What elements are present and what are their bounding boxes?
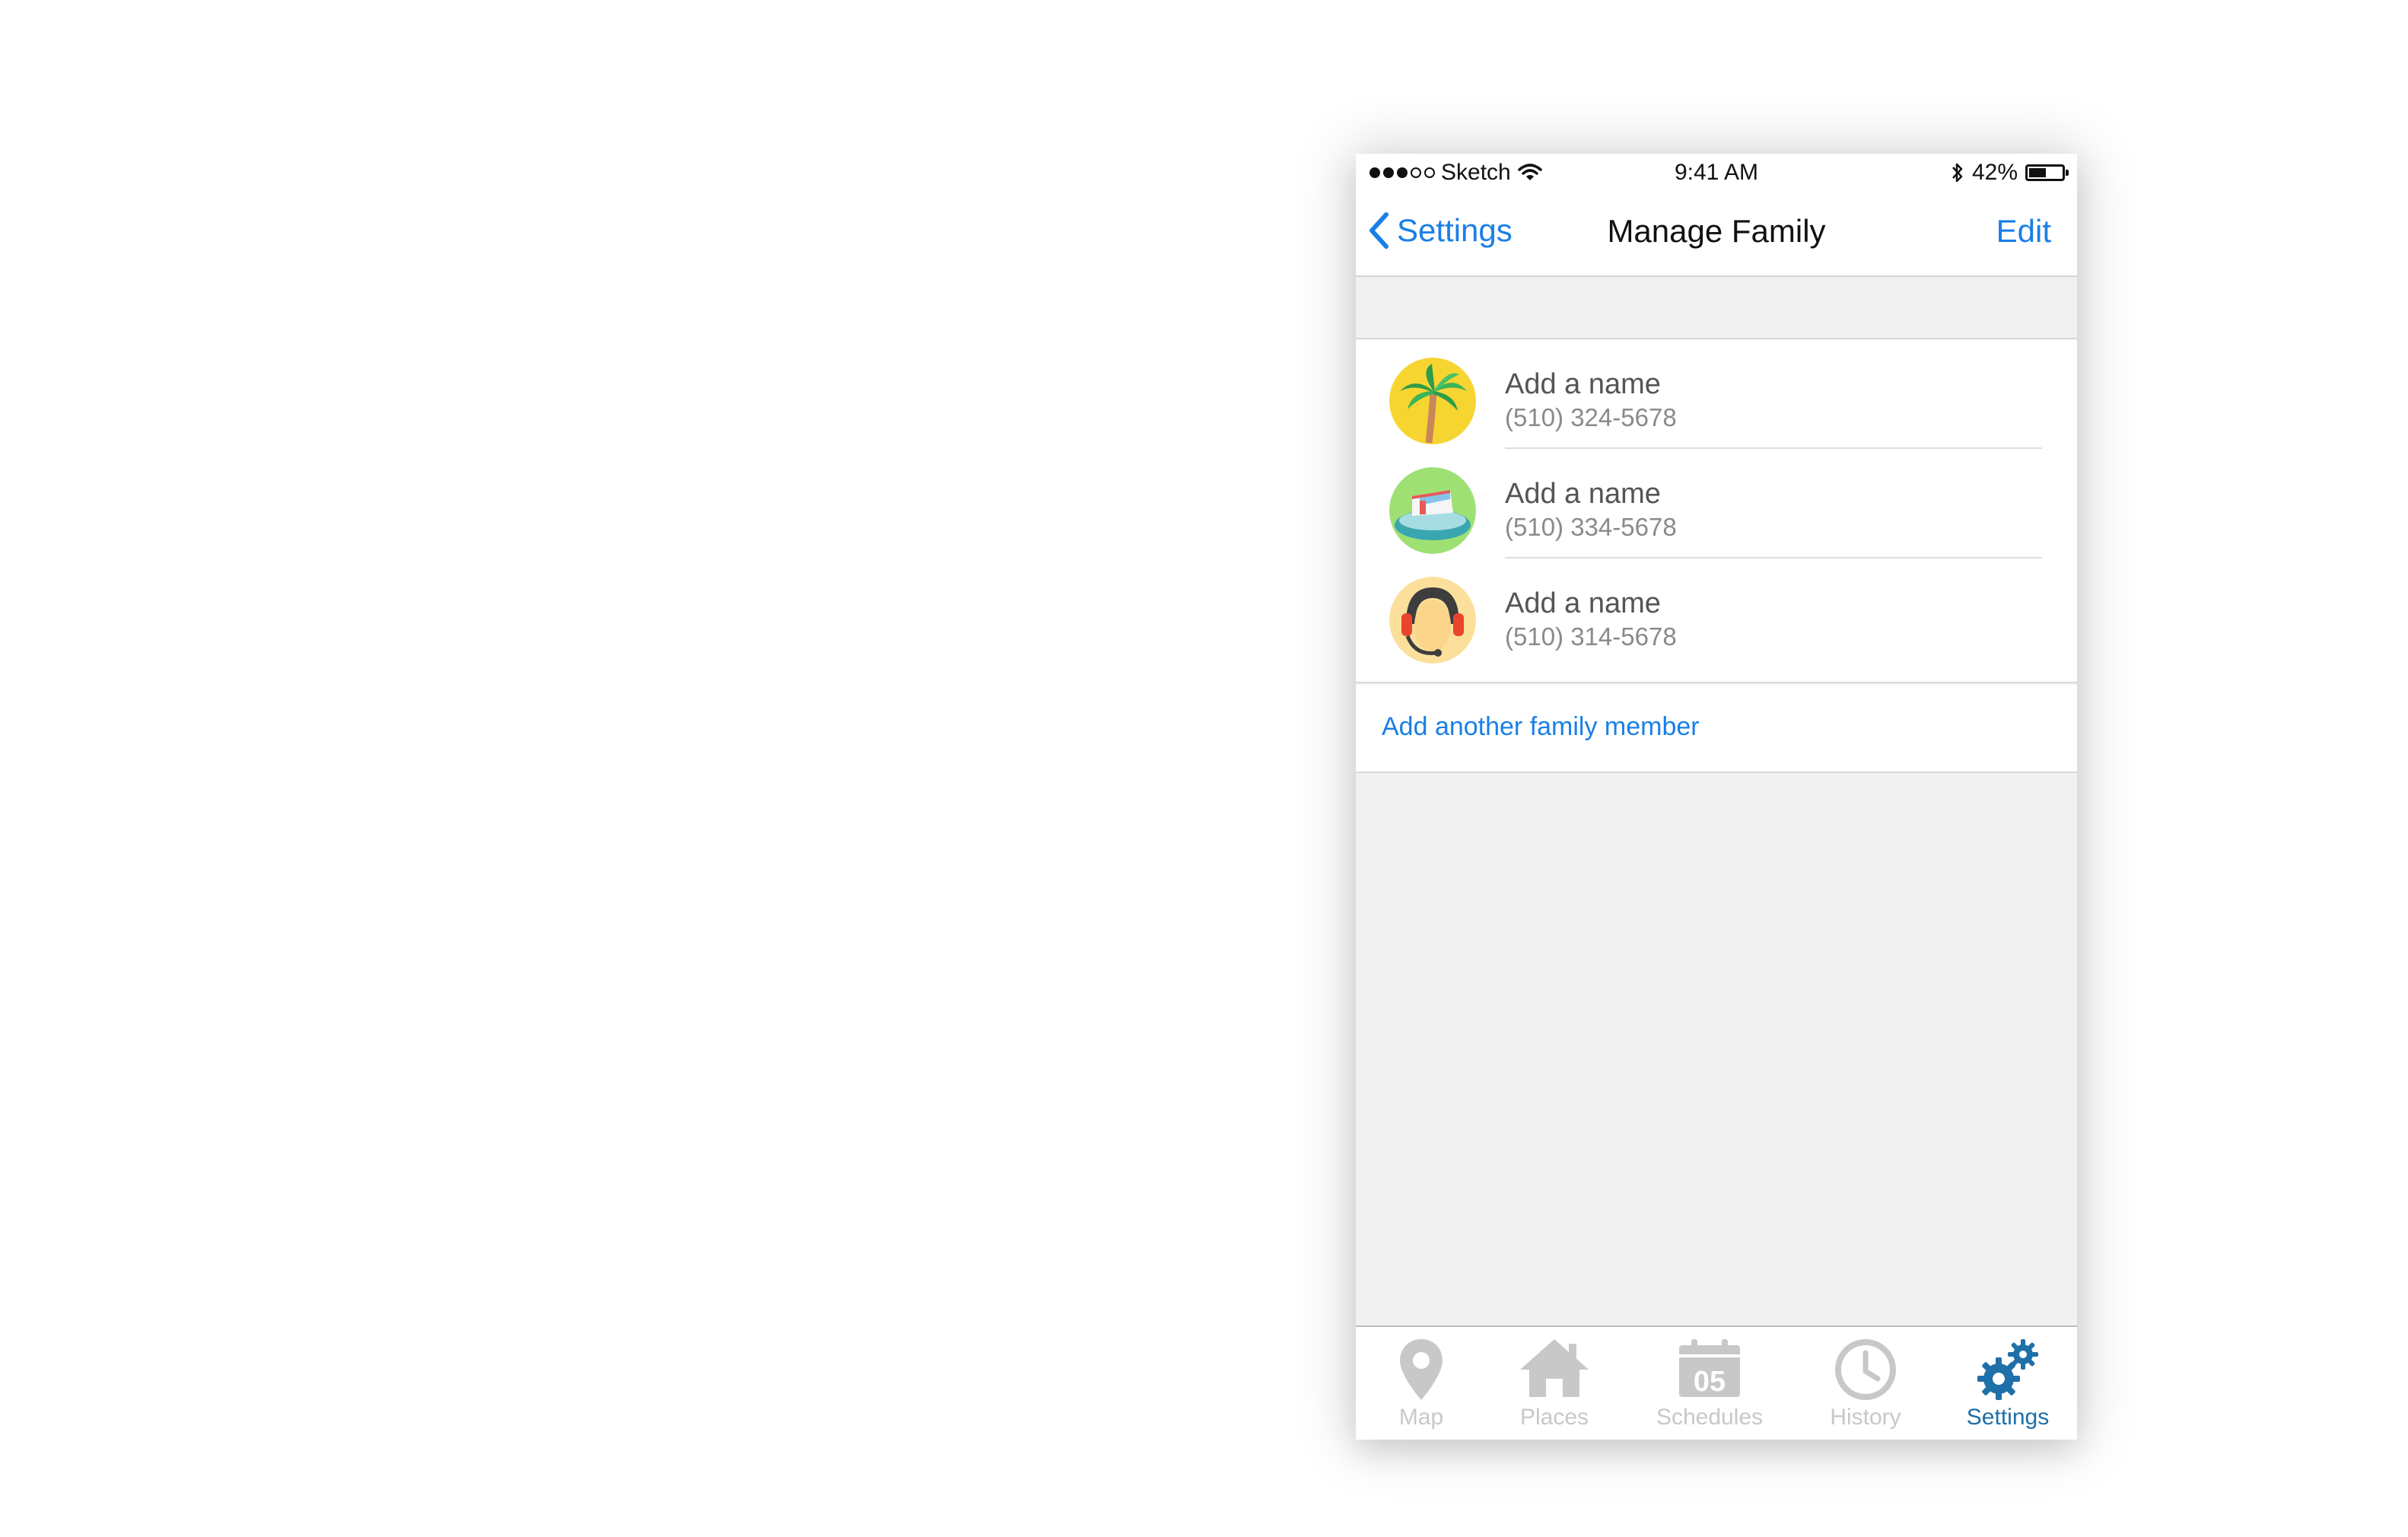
top-bar: Sketch 9:41 AM 42% Settings Manage Famil… [1356, 154, 2077, 277]
add-family-member-link[interactable]: Add another family member [1382, 712, 1700, 742]
battery-percent: 42% [1971, 160, 2018, 185]
tab-schedules[interactable]: 05 Schedules [1648, 1327, 1771, 1440]
member-name: Add a name [1505, 368, 1661, 400]
navigation-bar: Settings Manage Family Edit [1356, 192, 2077, 275]
status-right: 42% [1951, 160, 2069, 186]
gears-icon [1977, 1339, 2038, 1400]
calendar-icon: 05 [1679, 1339, 1740, 1398]
tab-settings[interactable]: Settings [1954, 1327, 2062, 1440]
battery-icon [2025, 164, 2069, 181]
phone-screen: Sketch 9:41 AM 42% Settings Manage Famil… [1356, 154, 2077, 1440]
bluetooth-icon [1952, 163, 1963, 183]
family-member-row[interactable]: Add a name (510) 324-5678 [1356, 339, 2077, 449]
member-name: Add a name [1505, 587, 1661, 619]
family-member-list: Add a name (510) 324-5678 Add a name (51… [1356, 338, 2077, 683]
tab-map[interactable]: Map [1386, 1327, 1456, 1440]
tab-places[interactable]: Places [1505, 1327, 1604, 1440]
tab-label: Places [1519, 1405, 1589, 1430]
tab-label: Schedules [1656, 1405, 1764, 1430]
tab-label: History [1830, 1405, 1901, 1430]
add-member-row: Add another family member [1356, 685, 2077, 773]
tab-bar: Map Places 05 Schedules History Settings [1356, 1325, 2077, 1440]
calendar-day: 05 [1694, 1366, 1726, 1398]
tab-label: Settings [1966, 1405, 2050, 1430]
page-title: Manage Family [1607, 213, 1826, 249]
member-phone: (510) 314-5678 [1505, 622, 1677, 651]
member-phone: (510) 324-5678 [1505, 403, 1677, 431]
map-pin-icon [1400, 1339, 1443, 1400]
clock-icon [1835, 1339, 1896, 1400]
boat-icon [1389, 467, 1476, 554]
edit-button[interactable]: Edit [1996, 213, 2051, 250]
family-member-row[interactable]: Add a name (510) 314-5678 [1356, 558, 2077, 668]
family-member-row[interactable]: Add a name (510) 334-5678 [1356, 449, 2077, 558]
palm-tree-icon [1389, 358, 1476, 444]
tab-label: Map [1398, 1405, 1444, 1430]
headset-person-icon [1389, 577, 1476, 663]
status-bar: Sketch 9:41 AM 42% [1356, 154, 2077, 192]
tab-history[interactable]: History [1815, 1327, 1916, 1440]
member-name: Add a name [1505, 478, 1661, 510]
home-icon [1520, 1339, 1589, 1397]
member-phone: (510) 334-5678 [1505, 513, 1677, 541]
